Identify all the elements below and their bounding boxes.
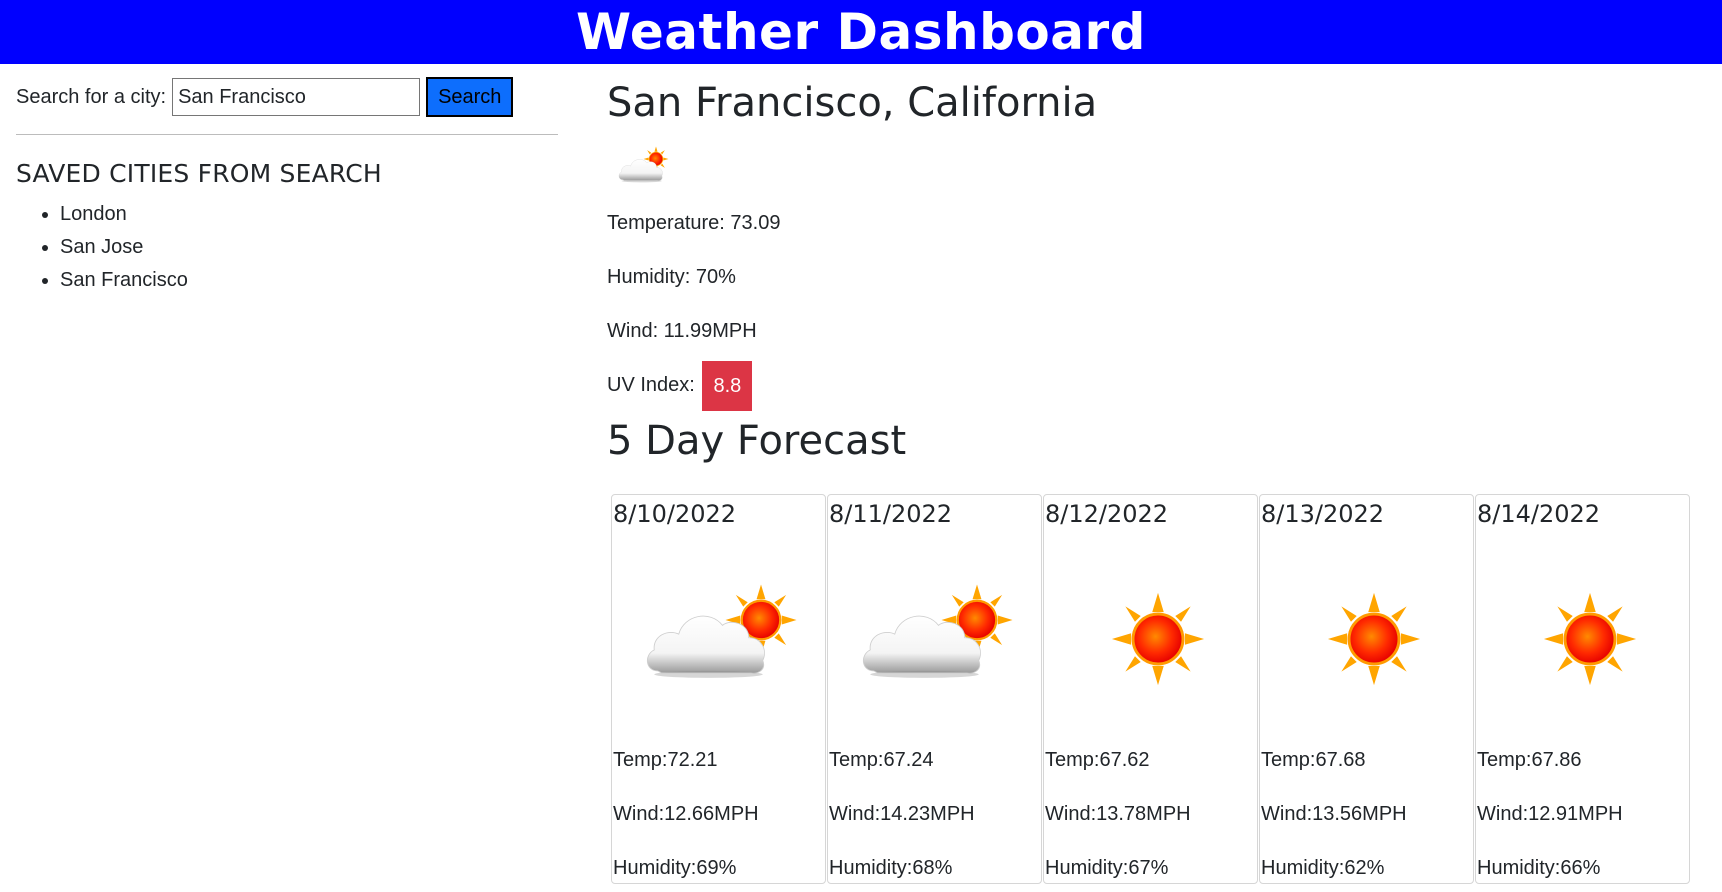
main-content: San Francisco, California Temperature: 7… (607, 76, 1707, 884)
forecast-wind: Wind:12.66MPH (613, 803, 759, 825)
saved-cities-title: SAVED CITIES FROM SEARCH (16, 159, 382, 188)
forecast-temp: Temp:67.24 (829, 749, 934, 771)
forecast-card: 8/11/2022 Temp:67.24 Wind:14.23MPH Humid… (827, 494, 1042, 884)
current-wind: Wind: 11.99MPH (607, 320, 757, 342)
search-label: Search for a city: (16, 85, 167, 108)
forecast-wind: Wind:12.91MPH (1477, 803, 1623, 825)
search-form: Search for a city: Search (16, 76, 558, 118)
sun-icon (1326, 591, 1422, 687)
forecast-wind: Wind:13.56MPH (1261, 803, 1407, 825)
forecast-card: 8/14/2022 Temp:67.86 Wind:12.91MPH Humid… (1475, 494, 1690, 884)
sidebar: Search for a city: Search SAVED CITIES F… (16, 76, 558, 297)
partly-cloudy-icon (618, 146, 669, 183)
forecast-temp: Temp:67.68 (1261, 749, 1366, 771)
search-button[interactable]: Search (426, 77, 514, 117)
saved-city-item[interactable]: San Jose (60, 231, 558, 264)
sun-icon (1542, 591, 1638, 687)
forecast-humidity: Humidity:62% (1261, 857, 1385, 879)
forecast-temp: Temp:67.86 (1477, 749, 1582, 771)
partly-cloudy-icon (862, 583, 1014, 679)
app-header: Weather Dashboard (0, 0, 1722, 64)
forecast-humidity: Humidity:67% (1045, 857, 1169, 879)
search-input[interactable] (172, 78, 421, 116)
saved-city-item[interactable]: San Francisco (60, 264, 558, 297)
forecast-wind: Wind:13.78MPH (1045, 803, 1191, 825)
forecast-humidity: Humidity:66% (1477, 857, 1601, 879)
divider (16, 134, 558, 135)
current-temperature: Temperature: 73.09 (607, 212, 781, 234)
forecast-card: 8/12/2022 Temp:67.62 Wind:13.78MPH Humid… (1043, 494, 1258, 884)
forecast-card: 8/13/2022 Temp:67.68 Wind:13.56MPH Humid… (1259, 494, 1474, 884)
forecast-date: 8/14/2022 (1477, 500, 1601, 528)
current-humidity: Humidity: 70% (607, 266, 736, 288)
forecast-card: 8/10/2022 Temp:72.21 Wind:12.66MPH Humid… (611, 494, 826, 884)
current-city-title: San Francisco, California (607, 80, 1098, 126)
forecast-date: 8/12/2022 (1045, 500, 1169, 528)
forecast-date: 8/11/2022 (829, 500, 953, 528)
page-title: Weather Dashboard (576, 3, 1146, 61)
partly-cloudy-icon (646, 583, 798, 679)
current-uv-index: UV Index: 8.8 (607, 358, 1707, 412)
sun-icon (1110, 591, 1206, 687)
forecast-temp: Temp:72.21 (613, 749, 718, 771)
forecast-title: 5 Day Forecast (607, 418, 907, 464)
forecast-humidity: Humidity:69% (613, 857, 737, 879)
uv-badge: 8.8 (702, 360, 753, 411)
uv-label: UV Index: (607, 374, 695, 396)
forecast-date: 8/10/2022 (613, 500, 737, 528)
saved-cities-list: London San Jose San Francisco (16, 198, 558, 297)
forecast-date: 8/13/2022 (1261, 500, 1385, 528)
forecast-cards: 8/10/2022 Temp:72.21 Wind:12.66MPH Humid… (611, 494, 1691, 884)
forecast-humidity: Humidity:68% (829, 857, 953, 879)
saved-city-item[interactable]: London (60, 198, 558, 231)
forecast-wind: Wind:14.23MPH (829, 803, 975, 825)
forecast-temp: Temp:67.62 (1045, 749, 1150, 771)
